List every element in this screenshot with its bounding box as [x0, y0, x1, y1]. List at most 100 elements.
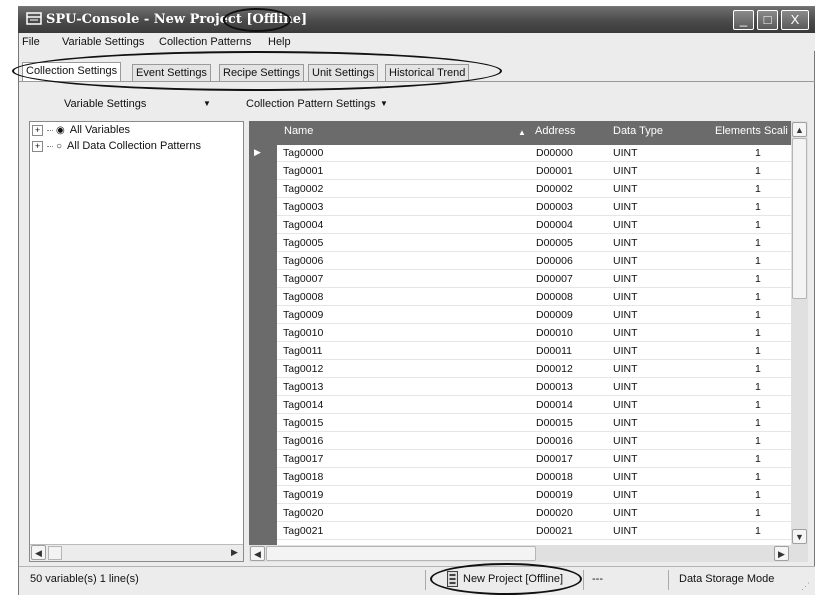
cell-address[interactable]: D00014	[536, 399, 573, 411]
cell-data-type[interactable]: UINT	[613, 201, 638, 213]
cell-elements[interactable]: 1	[755, 147, 761, 159]
cell-name[interactable]: Tag0005	[283, 237, 323, 249]
cell-name[interactable]: Tag0009	[283, 309, 323, 321]
cell-elements[interactable]: 1	[755, 399, 761, 411]
cell-name[interactable]: Tag0016	[283, 435, 323, 447]
cell-data-type[interactable]: UINT	[613, 471, 638, 483]
cell-elements[interactable]: 1	[755, 291, 761, 303]
table-row[interactable]: Tag0013 D00013 UINT 1	[277, 379, 791, 396]
grid-vertical-thumb[interactable]	[792, 138, 807, 299]
resize-grip-icon[interactable]: ⋰	[801, 581, 810, 592]
cell-name[interactable]: Tag0000	[283, 147, 323, 159]
expand-plus-icon[interactable]: +	[32, 140, 43, 152]
cell-name[interactable]: Tag0020	[283, 507, 323, 519]
table-row[interactable]: Tag0006 D00006 UINT 1	[277, 253, 791, 270]
cell-elements[interactable]: 1	[755, 183, 761, 195]
cell-data-type[interactable]: UINT	[613, 273, 638, 285]
cell-elements[interactable]: 1	[755, 165, 761, 177]
maximize-button[interactable]: □	[757, 10, 778, 30]
cell-name[interactable]: Tag0018	[283, 471, 323, 483]
cell-name[interactable]: Tag0006	[283, 255, 323, 267]
row-selector-column[interactable]	[249, 142, 277, 545]
cell-elements[interactable]: 1	[755, 507, 761, 519]
cell-name[interactable]: Tag0012	[283, 363, 323, 375]
table-row[interactable]: Tag0003 D00003 UINT 1	[277, 199, 791, 216]
cell-elements[interactable]: 1	[755, 237, 761, 249]
cell-address[interactable]: D00000	[536, 147, 573, 159]
cell-name[interactable]: Tag0014	[283, 399, 323, 411]
cell-address[interactable]: D00011	[536, 345, 572, 357]
cell-address[interactable]: D00003	[536, 201, 573, 213]
cell-name[interactable]: Tag0019	[283, 489, 323, 501]
cell-name[interactable]: Tag0015	[283, 417, 323, 429]
cell-data-type[interactable]: UINT	[613, 489, 638, 501]
collection-pattern-settings-dropdown[interactable]: Collection Pattern Settings	[246, 98, 376, 110]
cell-elements[interactable]: 1	[755, 273, 761, 285]
cell-name[interactable]: Tag0008	[283, 291, 323, 303]
cell-address[interactable]: D00001	[536, 165, 573, 177]
cell-address[interactable]: D00008	[536, 291, 573, 303]
table-row[interactable]: Tag0014 D00014 UINT 1	[277, 397, 791, 414]
close-button[interactable]: X	[781, 10, 809, 30]
table-row[interactable]: Tag0017 D00017 UINT 1	[277, 451, 791, 468]
table-row[interactable]: Tag0021 D00021 UINT 1	[277, 523, 791, 540]
cell-address[interactable]: D00013	[536, 381, 573, 393]
chevron-down-icon[interactable]: ▼	[203, 99, 211, 108]
cell-name[interactable]: Tag0002	[283, 183, 323, 195]
minimize-button[interactable]: _	[733, 10, 754, 30]
cell-address[interactable]: D00010	[536, 327, 573, 339]
table-row[interactable]: Tag0019 D00019 UINT 1	[277, 487, 791, 504]
cell-address[interactable]: D00019	[536, 489, 573, 501]
tree-item-all-variables[interactable]: + ◉ All Variables	[32, 123, 130, 137]
cell-data-type[interactable]: UINT	[613, 345, 638, 357]
cell-name[interactable]: Tag0007	[283, 273, 323, 285]
cell-name[interactable]: Tag0001	[283, 165, 323, 177]
column-header-scaling[interactable]: Scali	[764, 125, 788, 137]
cell-data-type[interactable]: UINT	[613, 525, 638, 537]
cell-elements[interactable]: 1	[755, 363, 761, 375]
cell-elements[interactable]: 1	[755, 453, 761, 465]
cell-data-type[interactable]: UINT	[613, 435, 638, 447]
scroll-down-icon[interactable]: ▼	[792, 529, 807, 544]
table-row[interactable]: Tag0015 D00015 UINT 1	[277, 415, 791, 432]
cell-data-type[interactable]: UINT	[613, 237, 638, 249]
cell-data-type[interactable]: UINT	[613, 363, 638, 375]
cell-data-type[interactable]: UINT	[613, 507, 638, 519]
cell-name[interactable]: Tag0017	[283, 453, 323, 465]
cell-data-type[interactable]: UINT	[613, 291, 638, 303]
cell-address[interactable]: D00002	[536, 183, 573, 195]
cell-data-type[interactable]: UINT	[613, 399, 638, 411]
cell-name[interactable]: Tag0021	[283, 525, 323, 537]
table-row[interactable]: Tag0005 D00005 UINT 1	[277, 235, 791, 252]
menu-help[interactable]: Help	[268, 36, 291, 48]
column-header-name[interactable]: Name	[284, 125, 313, 137]
cell-elements[interactable]: 1	[755, 381, 761, 393]
scroll-right-icon[interactable]: ▶	[774, 546, 789, 561]
scroll-right-icon[interactable]: ▶	[227, 545, 242, 560]
cell-address[interactable]: D00009	[536, 309, 573, 321]
cell-elements[interactable]: 1	[755, 327, 761, 339]
scroll-left-icon[interactable]: ◀	[31, 545, 46, 560]
table-row[interactable]: Tag0001 D00001 UINT 1	[277, 163, 791, 180]
menu-variable-settings[interactable]: Variable Settings	[62, 36, 144, 48]
table-row[interactable]: Tag0012 D00012 UINT 1	[277, 361, 791, 378]
radio-filled-icon[interactable]: ◉	[56, 125, 65, 136]
cell-data-type[interactable]: UINT	[613, 255, 638, 267]
scroll-left-icon[interactable]: ◀	[250, 546, 265, 561]
cell-elements[interactable]: 1	[755, 417, 761, 429]
table-row[interactable]: Tag0018 D00018 UINT 1	[277, 469, 791, 486]
cell-data-type[interactable]: UINT	[613, 219, 638, 231]
column-header-data-type[interactable]: Data Type	[613, 125, 663, 137]
table-row[interactable]: Tag0002 D00002 UINT 1	[277, 181, 791, 198]
table-row[interactable]: Tag0004 D00004 UINT 1	[277, 217, 791, 234]
cell-address[interactable]: D00006	[536, 255, 573, 267]
cell-elements[interactable]: 1	[755, 255, 761, 267]
table-row[interactable]: Tag0011 D00011 UINT 1	[277, 343, 791, 360]
cell-data-type[interactable]: UINT	[613, 165, 638, 177]
cell-address[interactable]: D00015	[536, 417, 573, 429]
chevron-down-icon[interactable]: ▼	[380, 99, 388, 108]
cell-elements[interactable]: 1	[755, 525, 761, 537]
cell-address[interactable]: D00007	[536, 273, 573, 285]
column-header-elements[interactable]: Elements	[715, 125, 761, 137]
cell-address[interactable]: D00012	[536, 363, 573, 375]
